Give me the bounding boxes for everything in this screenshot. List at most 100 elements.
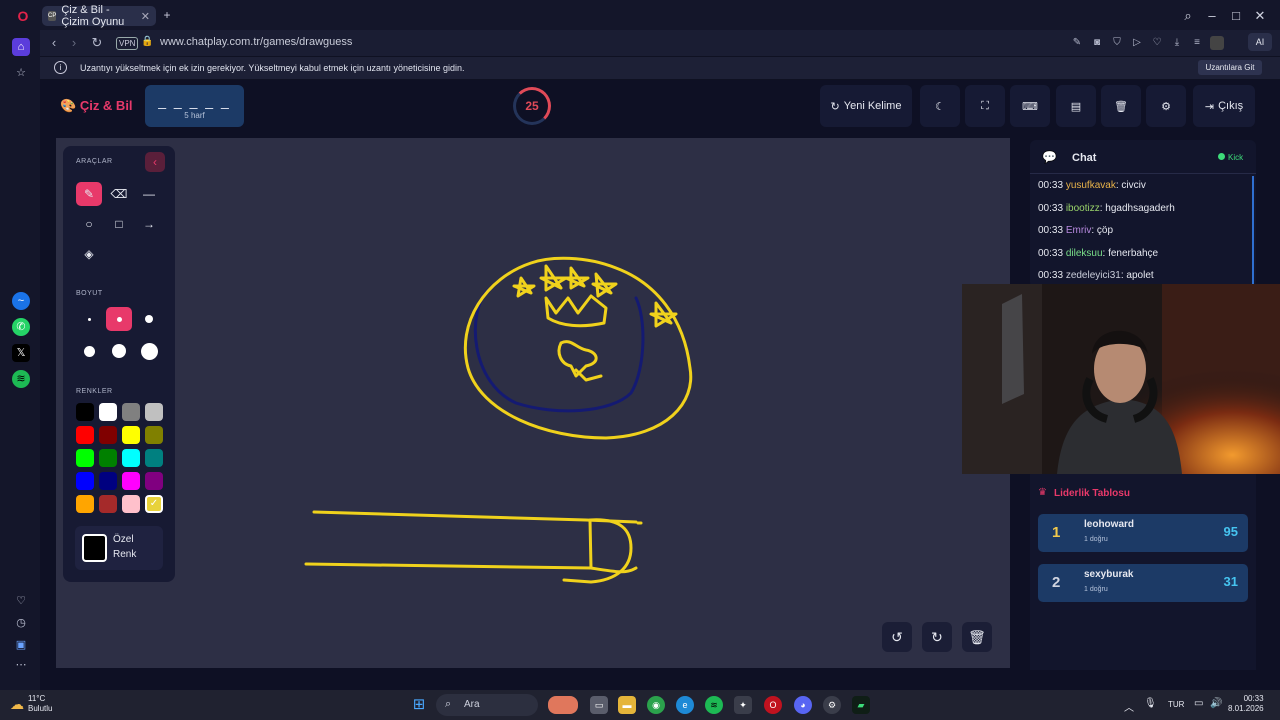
circle-tool[interactable]: ○ <box>76 212 102 236</box>
size-2-button[interactable] <box>106 307 132 331</box>
ai-button[interactable]: AI <box>1248 33 1272 51</box>
windows-start-icon[interactable]: ⊞ <box>410 696 428 714</box>
color-swatch[interactable] <box>145 403 163 421</box>
collapse-panel-button[interactable]: ‹ <box>145 152 165 172</box>
color-swatch[interactable] <box>122 403 140 421</box>
new-word-button[interactable]: ↻ Yeni Kelime <box>820 85 912 127</box>
heart-outline-icon[interactable]: ♡ <box>1150 36 1164 50</box>
color-swatch[interactable] <box>76 403 94 421</box>
size-6-button[interactable] <box>136 339 162 363</box>
vpn-badge[interactable]: VPN <box>116 37 139 50</box>
color-swatch[interactable] <box>122 426 140 444</box>
profile-avatar[interactable] <box>1210 36 1224 50</box>
forward-button[interactable]: › <box>66 35 82 50</box>
color-swatch[interactable] <box>99 403 117 421</box>
color-swatch[interactable] <box>122 495 140 513</box>
color-swatch[interactable] <box>122 449 140 467</box>
volume-icon[interactable]: 🔊 <box>1210 698 1222 709</box>
widgets-icon[interactable] <box>548 696 578 714</box>
extensions-icon[interactable]: ▣ <box>12 636 30 654</box>
history-icon[interactable]: ◷ <box>12 614 30 632</box>
messenger-icon[interactable]: ~ <box>12 292 30 310</box>
app-logo[interactable]: 🎨 Çiz & Bil <box>60 98 133 114</box>
color-swatch[interactable] <box>76 449 94 467</box>
spotify-icon[interactable]: ≋ <box>12 370 30 388</box>
taskbar-search[interactable]: ⌕ Ara <box>436 694 538 716</box>
color-swatch[interactable] <box>145 449 163 467</box>
terminal-icon[interactable]: ▰ <box>852 696 870 714</box>
url-field[interactable]: www.chatplay.com.tr/games/drawguess <box>160 36 352 48</box>
whatsapp-icon[interactable]: ✆ <box>12 318 30 336</box>
size-3-button[interactable] <box>136 307 162 331</box>
fill-tool[interactable]: ◈ <box>76 242 102 266</box>
opera-taskbar-icon[interactable]: O <box>764 696 782 714</box>
tray-chevron-icon[interactable]: ︿ <box>1124 699 1134 714</box>
chat-username[interactable]: dileksuu <box>1066 248 1103 259</box>
lock-icon[interactable]: 🔒 <box>141 36 153 47</box>
arrow-tool[interactable]: → <box>136 212 162 236</box>
delete-button[interactable]: 🗑 <box>1101 85 1141 127</box>
file-explorer-icon[interactable]: ▬ <box>618 696 636 714</box>
close-window-button[interactable]: ✕ <box>1252 8 1268 24</box>
browser-tab[interactable]: CP Çiz & Bil - Çizim Oyunu ✕ <box>42 4 156 28</box>
chat-username[interactable]: Emriv <box>1066 225 1092 236</box>
back-button[interactable]: ‹ <box>46 35 62 50</box>
microphone-icon[interactable]: 🎙 <box>1144 698 1157 709</box>
eraser-tool[interactable]: ⌫ <box>106 182 132 206</box>
tab-close-icon[interactable]: ✕ <box>141 10 150 23</box>
chat-username[interactable]: ibootizz <box>1066 203 1100 214</box>
color-swatch[interactable] <box>76 426 94 444</box>
color-swatch[interactable] <box>99 426 117 444</box>
color-swatch[interactable] <box>99 495 117 513</box>
fullscreen-button[interactable]: ⛶ <box>965 85 1005 127</box>
chat-username[interactable]: yusufkavak <box>1066 180 1116 191</box>
steam-icon[interactable]: ⚙ <box>823 696 841 714</box>
size-5-button[interactable] <box>106 339 132 363</box>
color-swatch[interactable] <box>145 472 163 490</box>
language-indicator[interactable]: TUR <box>1168 700 1184 709</box>
shield-icon[interactable]: ⛉ <box>1110 36 1124 50</box>
settings-button[interactable]: ⚙ <box>1146 85 1186 127</box>
color-swatch[interactable]: ✓ <box>145 495 163 513</box>
x-twitter-icon[interactable]: 𝕏 <box>12 344 30 362</box>
new-tab-button[interactable]: + <box>160 8 174 22</box>
maximize-button[interactable]: □ <box>1228 8 1244 24</box>
color-swatch[interactable] <box>145 426 163 444</box>
app-icon[interactable]: ✦ <box>734 696 752 714</box>
edge-icon[interactable]: e <box>676 696 694 714</box>
more-icon[interactable]: ⋯ <box>12 656 30 674</box>
weather-widget[interactable]: ☁ 11°C Bulutlu <box>10 694 52 714</box>
camera-icon[interactable]: ◙ <box>1090 36 1104 50</box>
chat-scrollbar[interactable] <box>1252 176 1254 288</box>
chat-username[interactable]: zedeleyici31 <box>1066 270 1121 281</box>
rectangle-tool[interactable]: □ <box>106 212 132 236</box>
download-icon[interactable]: ⤓ <box>1170 36 1184 50</box>
star-icon[interactable]: ☆ <box>12 64 30 82</box>
color-swatch[interactable] <box>76 495 94 513</box>
keyboard-button[interactable]: ⌨ <box>1010 85 1050 127</box>
drawing-canvas[interactable] <box>56 138 1010 668</box>
play-icon[interactable]: ▷ <box>1130 36 1144 50</box>
spotify-taskbar-icon[interactable]: ≋ <box>705 696 723 714</box>
color-swatch[interactable] <box>122 472 140 490</box>
redo-button[interactable]: ↻ <box>922 622 952 652</box>
custom-color-button[interactable]: Özel Renk <box>75 526 163 570</box>
system-clock[interactable]: 00:33 8.01.2026 <box>1228 694 1264 714</box>
size-1-button[interactable] <box>76 307 102 331</box>
home-icon[interactable]: ⌂ <box>12 38 30 56</box>
clear-canvas-button[interactable]: 🗑 <box>962 622 992 652</box>
heart-icon[interactable]: ♡ <box>12 592 30 610</box>
chrome-icon[interactable]: ◉ <box>647 696 665 714</box>
discord-icon[interactable]: ◕ <box>794 696 812 714</box>
reload-button[interactable]: ↻ <box>89 35 105 51</box>
network-icon[interactable]: ▭ <box>1194 698 1203 709</box>
color-swatch[interactable] <box>76 472 94 490</box>
undo-button[interactable]: ↺ <box>882 622 912 652</box>
brush-tool[interactable]: ✎ <box>76 182 102 206</box>
search-tabs-icon[interactable]: ⌕ <box>1180 8 1196 24</box>
archive-button[interactable]: ▤ <box>1056 85 1096 127</box>
minimize-button[interactable]: – <box>1204 8 1220 24</box>
dark-mode-button[interactable]: ☾ <box>920 85 960 127</box>
line-tool[interactable]: — <box>136 182 162 206</box>
color-swatch[interactable] <box>99 472 117 490</box>
